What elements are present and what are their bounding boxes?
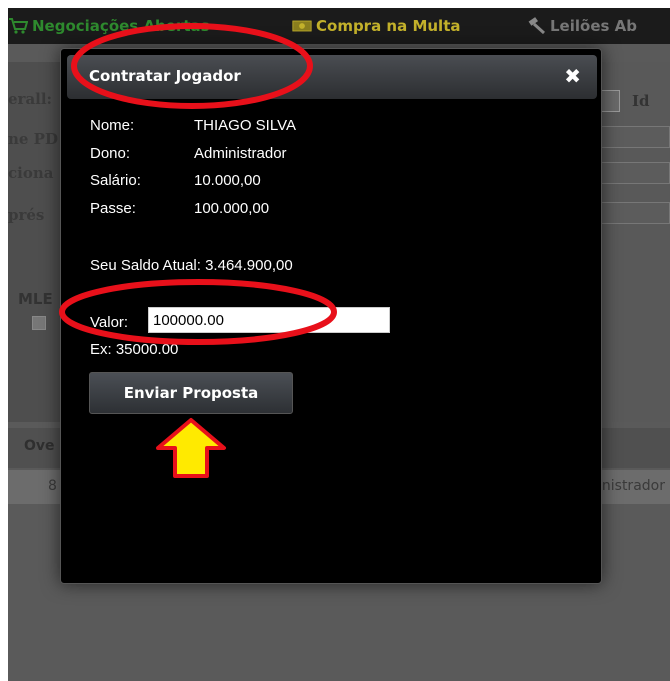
cart-icon [9,18,28,34]
nav-negociacoes-abertas[interactable]: Negociações Abertas [8,14,210,38]
player-name-row: Nome: THIAGO SILVA [90,117,296,134]
valor-example: Ex: 35000.00 [90,341,179,358]
modal-header: Contratar Jogador ✖ [67,55,597,99]
table-header-cell: Ove [24,438,55,454]
player-owner-row: Dono: Administrador [90,145,287,162]
background-input [600,90,620,112]
enviar-proposta-button[interactable]: Enviar Proposta [89,372,293,414]
player-pass: 100.000,00 [194,200,270,217]
field-label: Salário: [90,172,141,189]
valor-input[interactable] [148,307,390,333]
side-label: prés [8,206,45,224]
side-label: ciona [8,164,54,182]
player-salary: 10.000,00 [194,172,261,189]
field-label: Nome: [90,117,135,134]
contratar-jogador-modal: Contratar Jogador ✖ Nome: THIAGO SILVA D… [60,48,602,584]
nav-label: Compra na Multa [316,17,461,35]
nav-compra-na-multa[interactable]: Compra na Multa [292,14,461,38]
valor-label: Valor: [90,314,129,331]
nav-label: Leilões Ab [550,17,637,35]
mle-label: MLE [18,290,53,308]
background-left-panel [8,62,60,422]
gavel-icon [528,17,546,35]
money-icon [292,20,312,32]
player-pass-row: Passe: 100.000,00 [90,200,269,217]
player-owner: Administrador [194,145,287,162]
table-cell: 8 [48,478,57,494]
side-label: erall: [8,90,53,108]
background-field [600,126,670,148]
top-navigation: Negociações Abertas Compra na Multa Leil… [8,8,670,44]
player-name: THIAGO SILVA [194,117,296,134]
field-label: Dono: [90,145,131,162]
modal-title: Contratar Jogador [89,67,241,85]
background-right-column [598,62,670,422]
field-label: Passe: [90,200,136,217]
close-icon[interactable]: ✖ [564,64,581,88]
current-balance: Seu Saldo Atual: 3.464.900,00 [90,257,293,274]
background-field [600,162,670,184]
background-field [600,202,670,224]
mle-checkbox [32,316,46,330]
side-label: ne PD [8,130,58,148]
table-cell: inistrador [598,478,665,494]
background-id-label: Id [632,92,650,110]
player-salary-row: Salário: 10.000,00 [90,172,261,189]
nav-leiloes-abertos[interactable]: Leilões Ab [526,14,637,38]
nav-label: Negociações Abertas [32,17,210,35]
